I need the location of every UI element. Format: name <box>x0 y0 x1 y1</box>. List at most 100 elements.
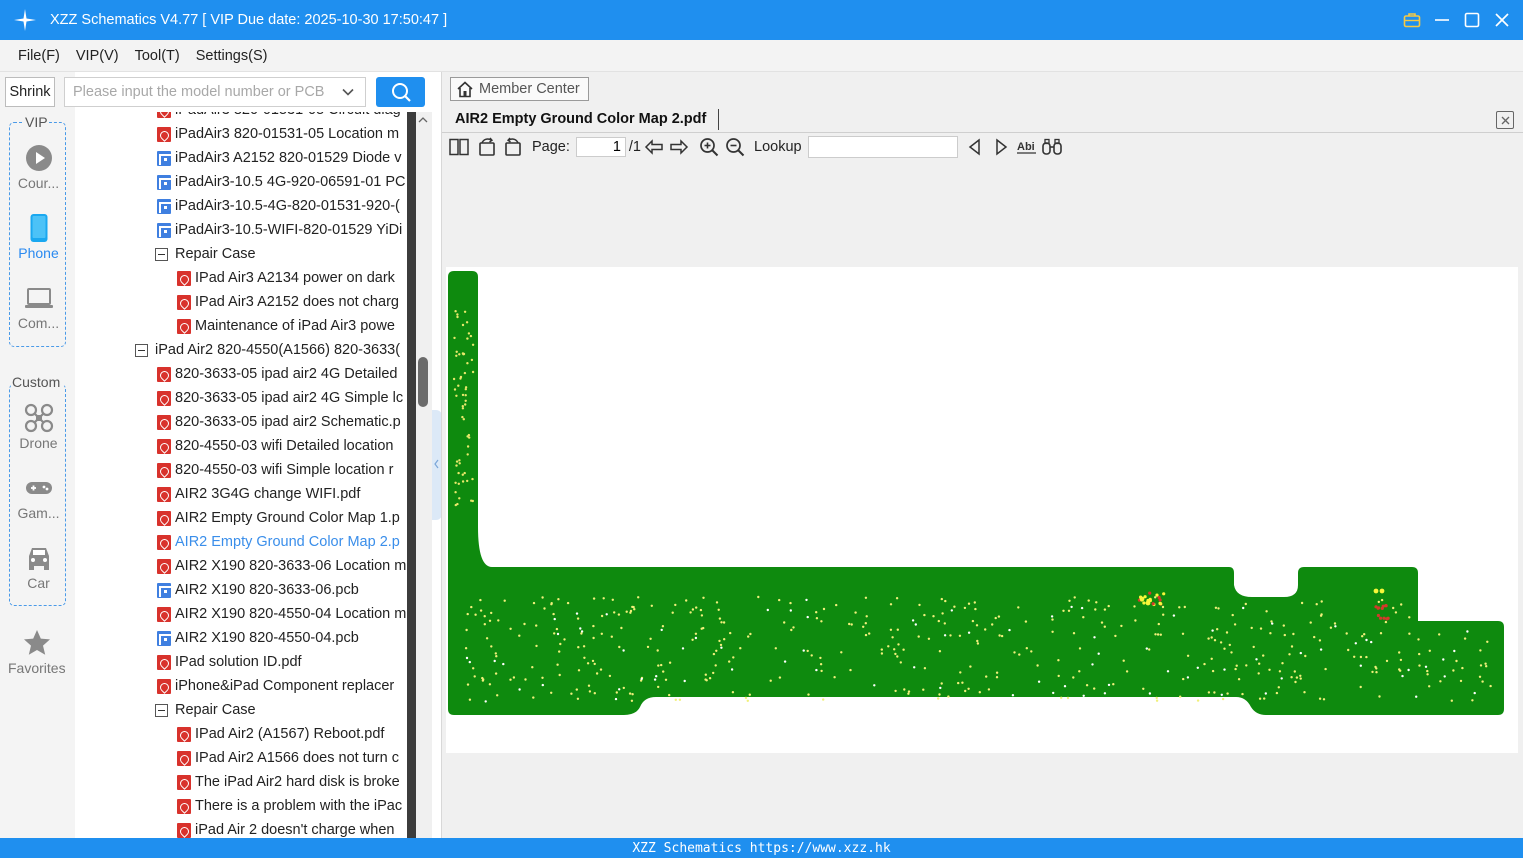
menu-vip[interactable]: VIP(V) <box>68 48 127 64</box>
chevron-down-icon[interactable] <box>341 85 355 99</box>
rotate-left-icon[interactable] <box>476 136 498 158</box>
tree-file[interactable]: AIR2 X190 820-4550-04.pcb <box>157 626 359 650</box>
close-button[interactable] <box>1491 9 1513 31</box>
pdf-file-icon <box>157 534 171 550</box>
tree-file[interactable]: Maintenance of iPad Air3 powe <box>177 314 395 338</box>
tree-file[interactable]: IPad Air3 A2152 does not charg <box>177 290 399 314</box>
member-center-button[interactable]: Member Center <box>450 77 589 101</box>
pdf-file-icon <box>157 510 171 526</box>
menu-file[interactable]: File(F) <box>10 48 68 64</box>
next-page-icon[interactable] <box>668 136 690 158</box>
document-viewer-panel: Member Center AIR2 Empty Ground Color Ma… <box>441 72 1523 838</box>
pdf-page[interactable] <box>446 267 1518 753</box>
tree-item-label: 820-3633-05 ipad air2 Schematic.p <box>175 414 401 430</box>
tree-file[interactable]: IPad Air2 A1566 does not turn c <box>177 746 399 770</box>
tree-folder[interactable]: Repair Case <box>155 698 256 722</box>
binoculars-icon[interactable] <box>1041 136 1063 158</box>
tree-file[interactable]: iPadAir3 A2152 820-01529 Diode v <box>157 146 402 170</box>
tree-file[interactable]: iPadAir3 820-01531-05 Location m <box>157 122 399 146</box>
nav-item-car[interactable]: Car <box>10 543 67 591</box>
lookup-input[interactable] <box>807 136 958 158</box>
tree-file[interactable]: IPad Air3 A2134 power on dark <box>177 266 395 290</box>
nav-item-course[interactable]: Cour... <box>10 143 67 191</box>
pcb-file-icon <box>157 150 171 166</box>
previous-page-icon[interactable] <box>643 136 665 158</box>
search-input[interactable] <box>73 84 333 100</box>
tree-item-label: iPadAir3-10.5-WIFI-820-01529 YiDi <box>175 222 403 238</box>
maximize-button[interactable] <box>1461 9 1483 31</box>
tree-file[interactable]: iPadAir3-10.5-WIFI-820-01529 YiDi <box>157 218 402 242</box>
tree-file[interactable]: AIR2 X190 820-4550-04 Location m <box>157 602 406 626</box>
tree-file[interactable]: AIR2 X190 820-3633-06 Location m <box>157 554 406 578</box>
pdf-file-icon <box>157 558 171 574</box>
minimize-button[interactable] <box>1431 9 1453 31</box>
match-case-icon[interactable]: Abi <box>1016 136 1038 158</box>
vip-bag-icon[interactable] <box>1401 9 1423 31</box>
tree-file[interactable]: 820-4550-03 wifi Detailed location <box>157 434 393 458</box>
collapse-icon[interactable] <box>155 247 168 261</box>
tree-folder[interactable]: iPad Air2 820-4550(A1566) 820-3633( <box>135 338 400 362</box>
file-tree: iPadAir3 820-01531-05 Circuit diag iPadAi… <box>75 112 407 838</box>
page-total: /1 <box>628 139 641 155</box>
nav-item-phone[interactable]: Phone <box>10 213 67 261</box>
tree-file[interactable]: AIR2 Empty Ground Color Map 1.p <box>157 506 400 530</box>
tree-item-label: The iPad Air2 hard disk is broke <box>195 774 400 790</box>
tree-file[interactable]: IPad solution ID.pdf <box>157 650 302 674</box>
tree-scrollbar[interactable] <box>407 112 432 838</box>
zoom-out-icon[interactable] <box>724 136 746 158</box>
tree-file[interactable]: iPadAir3-10.5-4G-820-01531-920-( <box>157 194 400 218</box>
pdf-file-icon <box>157 486 171 502</box>
scrollbar-thumb[interactable] <box>418 357 428 407</box>
dual-page-icon[interactable] <box>448 136 470 158</box>
tree-file[interactable]: iPhone&iPad Component replacer <box>157 674 394 698</box>
tree-file[interactable]: AIR2 Empty Ground Color Map 2.p <box>157 530 400 554</box>
tree-item-label: IPad Air2 (A1567) Reboot.pdf <box>195 726 385 742</box>
pdf-file-icon <box>157 112 171 118</box>
collapse-icon[interactable] <box>155 703 168 717</box>
find-next-icon[interactable] <box>990 136 1012 158</box>
tree-folder[interactable]: Repair Case <box>155 242 256 266</box>
tree-file[interactable]: iPadAir3 820-01531-05 Circuit diag <box>157 112 401 122</box>
pdf-file-icon <box>157 414 171 430</box>
zoom-in-icon[interactable] <box>698 136 720 158</box>
nav-item-game[interactable]: Gam... <box>10 473 67 521</box>
tree-file[interactable]: AIR2 3G4G change WIFI.pdf <box>157 482 360 506</box>
pcb-file-icon <box>157 630 171 646</box>
app-logo-icon <box>0 0 50 40</box>
menu-settings[interactable]: Settings(S) <box>188 48 276 64</box>
page-label: Page: <box>532 139 570 155</box>
drone-icon <box>10 403 67 433</box>
tree-file[interactable]: There is a problem with the iPac <box>177 794 402 818</box>
find-previous-icon[interactable] <box>964 136 986 158</box>
tree-file[interactable]: 820-3633-05 ipad air2 Schematic.p <box>157 410 401 434</box>
rotate-right-icon[interactable] <box>502 136 524 158</box>
nav-item-favorites[interactable]: Favorites <box>8 628 65 676</box>
pcb-outline <box>448 271 1504 715</box>
tree-file[interactable]: 820-3633-05 ipad air2 4G Detailed <box>157 362 397 386</box>
tree-item-label: AIR2 3G4G change WIFI.pdf <box>175 486 361 502</box>
tree-item-label: iPadAir3 A2152 820-01529 Diode v <box>175 150 402 166</box>
tree-file[interactable]: IPad Air2 (A1567) Reboot.pdf <box>177 722 384 746</box>
play-icon <box>10 143 67 173</box>
model-search-field[interactable] <box>64 77 366 107</box>
viewer-toolbar: Page: /1 Lookup Abi <box>442 134 1523 160</box>
tree-item-label: 820-4550-03 wifi Detailed location <box>175 438 394 454</box>
shrink-button[interactable]: Shrink <box>5 77 55 107</box>
tree-file[interactable]: 820-4550-03 wifi Simple location r <box>157 458 393 482</box>
tree-file[interactable]: 820-3633-05 ipad air2 4G Simple lc <box>157 386 403 410</box>
tree-item-label: 820-3633-05 ipad air2 4G Detailed <box>175 366 398 382</box>
close-tab-icon[interactable] <box>1496 111 1514 129</box>
nav-item-computer[interactable]: Com... <box>10 283 67 331</box>
document-tab[interactable]: AIR2 Empty Ground Color Map 2.pdf <box>455 109 720 130</box>
page-number-input[interactable] <box>575 137 626 157</box>
tree-file[interactable]: iPadAir3-10.5 4G-920-06591-01 PC <box>157 170 406 194</box>
scroll-up-icon[interactable] <box>418 115 428 125</box>
tree-file[interactable]: AIR2 X190 820-3633-06.pcb <box>157 578 359 602</box>
tree-file[interactable]: The iPad Air2 hard disk is broke <box>177 770 400 794</box>
pcb-file-icon <box>157 198 171 214</box>
nav-item-drone[interactable]: Drone <box>10 403 67 451</box>
search-button[interactable] <box>376 77 425 107</box>
collapse-icon[interactable] <box>135 343 148 357</box>
tree-file[interactable]: iPad Air 2 doesn't charge when <box>177 818 394 838</box>
menu-tool[interactable]: Tool(T) <box>127 48 188 64</box>
